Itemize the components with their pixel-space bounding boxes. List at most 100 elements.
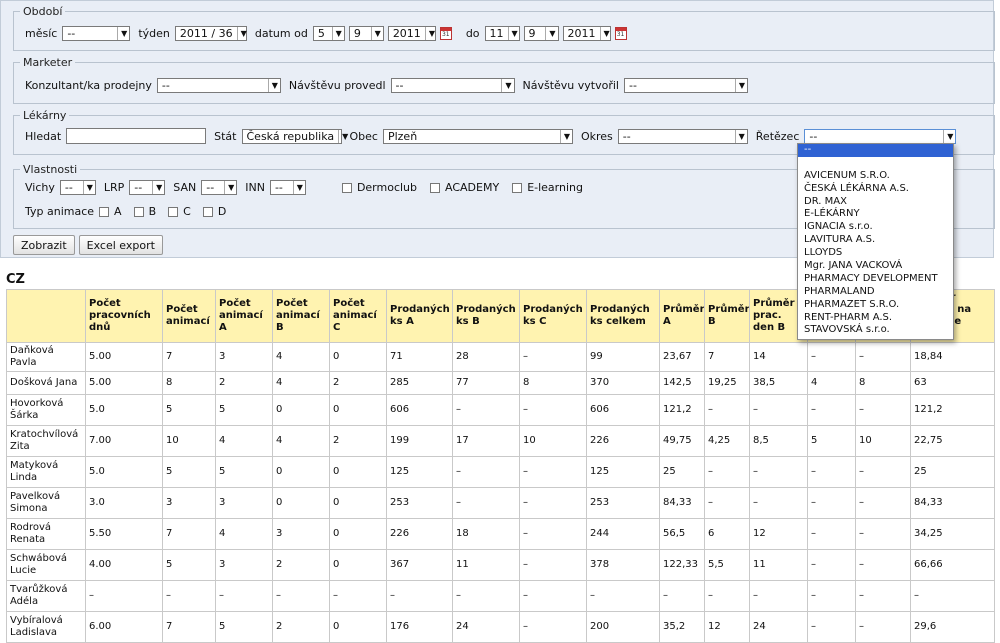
column-header[interactable]: Prodaných ks A: [386, 289, 453, 343]
chain-dropdown-list[interactable]: -- AVICENUM S.R.O. ČESKÁ LÉKÁRNA A.S. DR. M…: [797, 143, 954, 340]
table-cell: 5.00: [85, 342, 163, 372]
table-cell: –: [807, 611, 856, 643]
table-cell: 2: [215, 371, 273, 395]
table-cell: 8,5: [749, 425, 808, 457]
table-cell: –: [855, 518, 911, 550]
chain-option[interactable]: PHARMALAND: [798, 286, 953, 299]
chain-option[interactable]: [798, 157, 953, 170]
table-cell: 25: [910, 456, 995, 488]
consultant-name-cell: Vybíralová Ladislava: [6, 611, 86, 643]
table-cell: –: [855, 611, 911, 643]
chain-option[interactable]: PHARMAZET S.R.O.: [798, 299, 953, 312]
dermoclub-checkbox[interactable]: [341, 182, 352, 193]
calendar-from-icon[interactable]: 31: [439, 27, 452, 40]
san-select[interactable]: -- ▼: [201, 180, 238, 195]
column-header[interactable]: Prodaných ks celkem: [586, 289, 660, 343]
chain-option[interactable]: DR. MAX: [798, 196, 953, 209]
consultant-select[interactable]: -- ▼: [156, 78, 281, 93]
from-month-select[interactable]: 9 ▼: [348, 26, 384, 41]
table-cell: 18,84: [910, 342, 995, 372]
column-header[interactable]: [6, 289, 86, 343]
chain-option[interactable]: ČESKÁ LÉKÁRNA A.S.: [798, 183, 953, 196]
chain-option[interactable]: --: [798, 144, 953, 157]
table-cell: 142,5: [659, 371, 705, 395]
inn-select[interactable]: -- ▼: [269, 180, 306, 195]
table-cell: 0: [272, 394, 330, 426]
table-cell: 2: [329, 425, 387, 457]
consultant-name-cell: Matyková Linda: [6, 456, 86, 488]
to-day-select[interactable]: 11 ▼: [484, 26, 520, 41]
chain-option[interactable]: LLOYDS: [798, 247, 953, 260]
table-cell: 5.00: [85, 371, 163, 395]
to-year-select[interactable]: 2011 ▼: [562, 26, 611, 41]
week-select[interactable]: 2011 / 36 ▼: [174, 26, 247, 41]
table-cell: –: [586, 580, 660, 612]
table-cell: 7: [162, 611, 216, 643]
animation-c-label: C: [183, 205, 191, 218]
pharmacies-row: Hledat Stát Česká republika ▼ Obec Plzeň ▼…: [25, 128, 957, 144]
table-cell: 7: [704, 342, 750, 372]
marketer-legend: Marketer: [23, 56, 73, 69]
table-cell: 56,5: [659, 518, 705, 550]
column-header[interactable]: Průměr A: [659, 289, 705, 343]
visit-done-select[interactable]: -- ▼: [390, 78, 515, 93]
lrp-select[interactable]: -- ▼: [129, 180, 166, 195]
table-cell: 18: [452, 518, 520, 550]
pharmacies-legend: Lékárny: [23, 109, 67, 122]
actions-row: Zobrazit Excel export: [13, 235, 163, 255]
chain-option[interactable]: AVICENUM S.R.O.: [798, 170, 953, 183]
state-select[interactable]: Česká republika ▼: [241, 128, 348, 144]
table-cell: –: [855, 487, 911, 519]
from-year-select[interactable]: 2011 ▼: [387, 26, 436, 41]
column-header[interactable]: Prodaných ks B: [452, 289, 520, 343]
chain-select[interactable]: -- ▼: [804, 128, 957, 144]
table-cell: –: [519, 611, 587, 643]
chain-option[interactable]: E-LÉKÁRNY: [798, 208, 953, 221]
column-header[interactable]: Počet animací C: [329, 289, 387, 343]
table-row: Hovorková Šárka 5.0 5 5 0 0 606– –606 121,2– – – –1…: [6, 394, 995, 426]
to-month-select[interactable]: 9 ▼: [523, 26, 559, 41]
chain-option[interactable]: LAVITURA A.S.: [798, 234, 953, 247]
from-day-select[interactable]: 5 ▼: [312, 26, 345, 41]
table-cell: 35,2: [659, 611, 705, 643]
table-cell: 200: [586, 611, 660, 643]
excel-export-button[interactable]: Excel export: [78, 235, 163, 255]
column-header[interactable]: Průměr B: [704, 289, 750, 343]
table-cell: –: [162, 580, 216, 612]
table-cell: –: [704, 580, 750, 612]
show-button[interactable]: Zobrazit: [13, 235, 75, 255]
chain-option[interactable]: STAVOVSKÁ s.r.o.: [798, 324, 953, 337]
table-cell: –: [704, 456, 750, 488]
column-header[interactable]: Prodaných ks C: [519, 289, 587, 343]
city-select[interactable]: Plzeň ▼: [382, 128, 573, 144]
column-header[interactable]: Počet animací B: [272, 289, 330, 343]
chain-option[interactable]: RENT-PHARM A.S.: [798, 312, 953, 325]
chain-option[interactable]: Mgr. JANA VACKOVÁ: [798, 260, 953, 273]
visit-created-select[interactable]: -- ▼: [623, 78, 748, 93]
consultant-name-cell: Hovorková Šárka: [6, 394, 86, 426]
district-select[interactable]: -- ▼: [617, 128, 748, 144]
column-header[interactable]: Počet animací: [162, 289, 216, 343]
table-cell: 125: [586, 456, 660, 488]
chain-option[interactable]: IGNACIA s.r.o.: [798, 221, 953, 234]
animation-b-checkbox[interactable]: [133, 206, 144, 217]
calendar-to-icon[interactable]: 31: [614, 27, 627, 40]
table-cell: –: [452, 394, 520, 426]
month-label: měsíc: [25, 27, 58, 40]
table-cell: –: [807, 487, 856, 519]
vichy-select[interactable]: -- ▼: [59, 180, 96, 195]
column-header[interactable]: Počet pracovních dnů: [85, 289, 163, 343]
table-cell: 5: [215, 394, 273, 426]
chain-option[interactable]: PHARMACY DEVELOPMENT: [798, 273, 953, 286]
academy-checkbox[interactable]: [430, 182, 441, 193]
visit-done-label: Návštěvu provedl: [288, 79, 386, 92]
column-header[interactable]: Počet animací A: [215, 289, 273, 343]
search-input[interactable]: [66, 128, 207, 144]
animation-a-checkbox[interactable]: [99, 206, 110, 217]
elearning-checkbox[interactable]: [512, 182, 523, 193]
table-cell: 0: [329, 456, 387, 488]
animation-d-checkbox[interactable]: [202, 206, 213, 217]
month-select[interactable]: -- ▼: [62, 26, 131, 41]
animation-c-checkbox[interactable]: [168, 206, 179, 217]
table-cell: –: [807, 580, 856, 612]
